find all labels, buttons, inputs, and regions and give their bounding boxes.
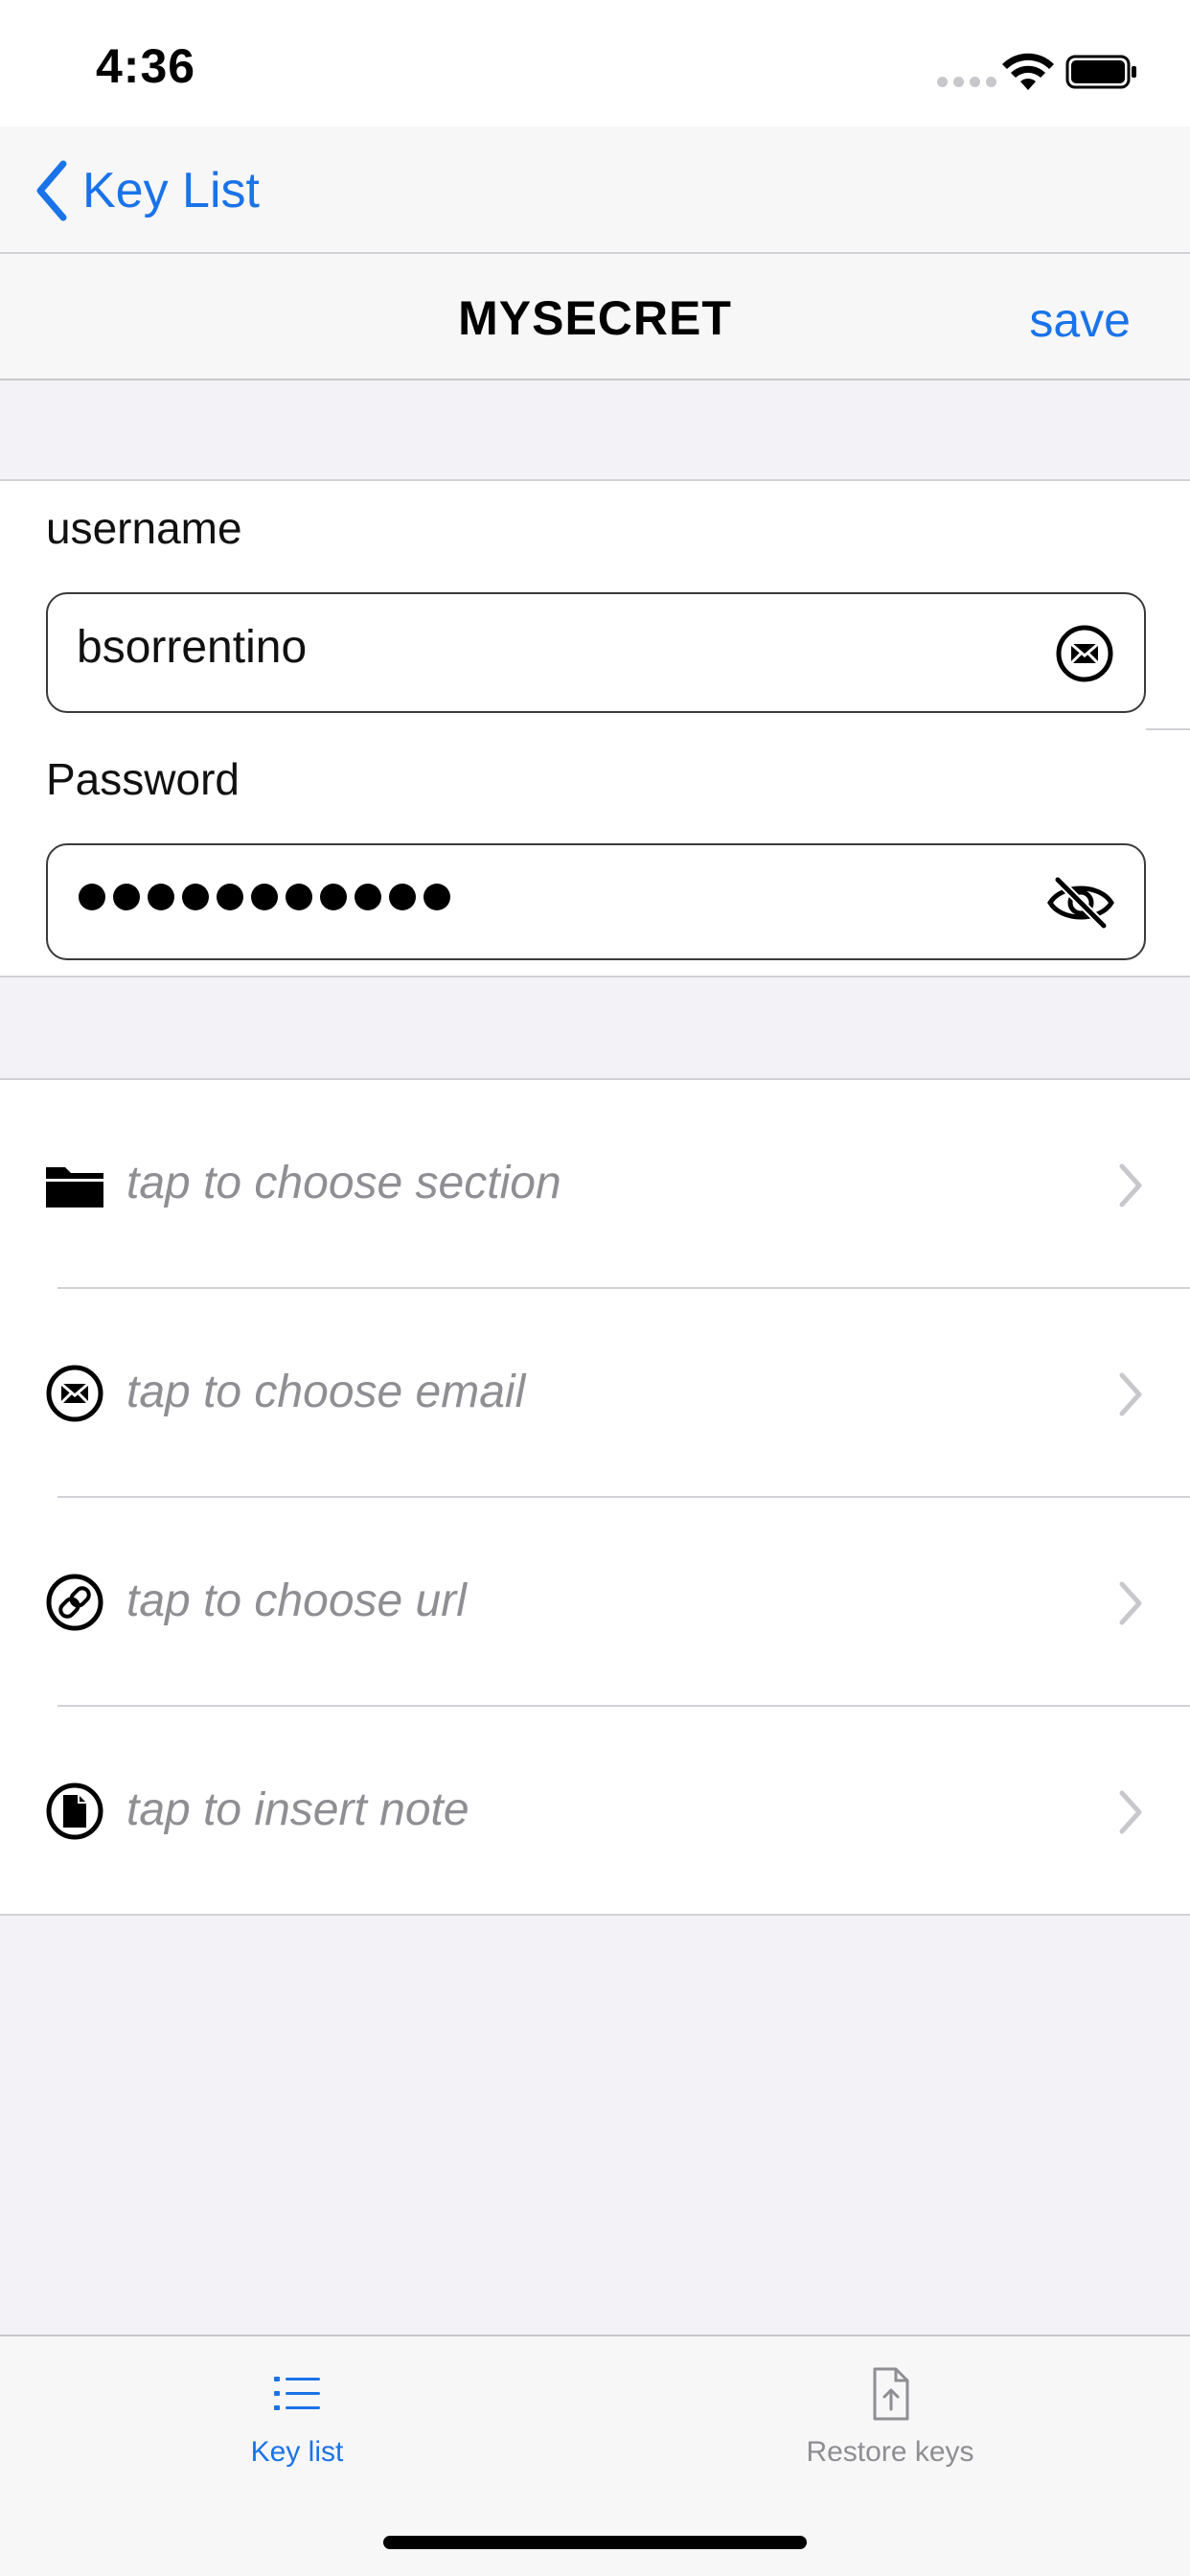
save-button[interactable]: save <box>1029 292 1131 348</box>
option-label: tap to choose section <box>126 1158 561 1208</box>
password-dot <box>79 884 105 910</box>
tab-label: Key list <box>250 2436 344 2468</box>
email-icon <box>46 1365 103 1422</box>
note-icon <box>46 1782 103 1840</box>
divider <box>1146 728 1190 730</box>
eye-slash-icon[interactable] <box>1046 872 1115 933</box>
password-field[interactable] <box>46 843 1146 960</box>
chevron-right-icon <box>1119 1163 1142 1208</box>
screen: 4:36 Key List MYSECRET save username bso… <box>0 0 1190 2576</box>
password-label: Password <box>46 754 240 804</box>
title-bar: MYSECRET save <box>0 254 1190 380</box>
password-dot <box>217 884 243 910</box>
battery-icon <box>1065 55 1136 89</box>
cellular-signal-icon <box>937 77 996 87</box>
username-label: username <box>46 503 242 553</box>
file-upload-icon <box>873 2367 909 2421</box>
option-label: tap to insert note <box>126 1784 469 1835</box>
password-dot <box>423 884 450 910</box>
password-dot <box>286 884 312 910</box>
chevron-right-icon <box>1119 1581 1142 1625</box>
navigation-bar: Key List <box>0 126 1190 254</box>
email-icon[interactable] <box>1054 623 1115 684</box>
insert-note-row[interactable]: tap to insert note <box>0 1707 1190 1916</box>
password-dot <box>251 884 278 910</box>
chevron-left-icon <box>36 160 67 221</box>
page-title: MYSECRET <box>458 291 732 345</box>
password-dot <box>113 884 140 910</box>
username-value: bsorrentino <box>77 622 308 673</box>
tab-restore-keys[interactable]: Restore keys <box>698 2365 1082 2469</box>
list-icon <box>274 2377 320 2410</box>
status-bar: 4:36 <box>0 0 1190 126</box>
option-label: tap to choose url <box>126 1576 467 1626</box>
back-label: Key List <box>82 163 260 218</box>
choose-url-row[interactable]: tap to choose url <box>0 1498 1190 1707</box>
chevron-right-icon <box>1119 1372 1142 1416</box>
choose-section-row[interactable]: tap to choose section <box>0 1080 1190 1289</box>
password-dot <box>355 884 381 910</box>
tab-key-list[interactable]: Key list <box>105 2365 489 2469</box>
status-time: 4:36 <box>96 39 196 93</box>
wifi-icon <box>1002 53 1054 90</box>
password-dot <box>148 884 174 910</box>
password-dot <box>389 884 416 910</box>
option-label: tap to choose email <box>126 1367 526 1417</box>
password-masked-value <box>79 884 450 910</box>
back-button[interactable]: Key List <box>34 157 260 224</box>
link-icon <box>46 1574 103 1631</box>
password-dot <box>320 884 347 910</box>
choose-email-row[interactable]: tap to choose email <box>0 1289 1190 1498</box>
chevron-right-icon <box>1119 1790 1142 1834</box>
folder-icon <box>46 1167 103 1208</box>
password-dot <box>182 884 209 910</box>
options-list: tap to choose section tap to choose emai… <box>0 1078 1190 1916</box>
username-field[interactable]: bsorrentino <box>46 592 1146 713</box>
tab-label: Restore keys <box>806 2436 974 2468</box>
credentials-section: username bsorrentino Password <box>0 479 1190 978</box>
home-indicator <box>383 2536 807 2549</box>
